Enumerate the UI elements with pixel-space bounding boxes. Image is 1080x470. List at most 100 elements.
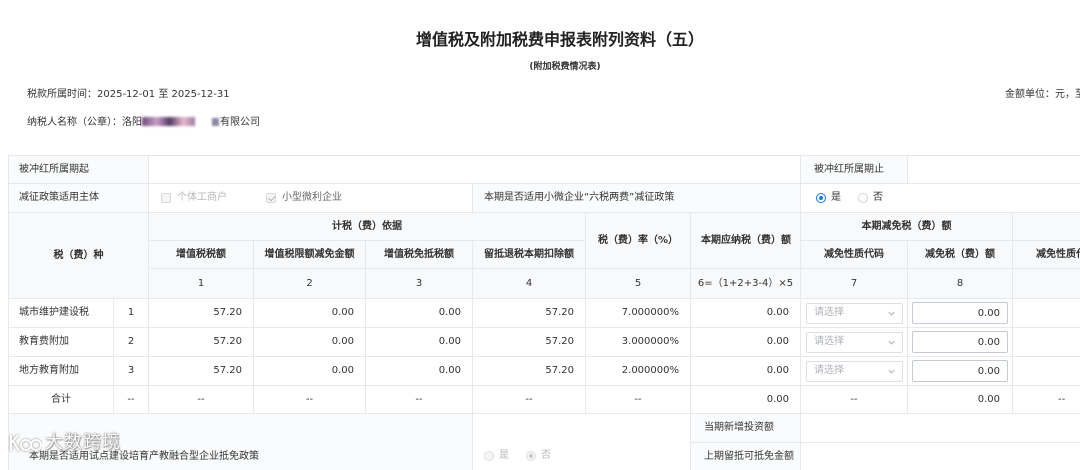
new-investment-label: 当期新增投资额 — [690, 413, 801, 443]
total-reduction-code: -- — [800, 385, 908, 414]
radio-yes[interactable]: 是 — [484, 449, 509, 463]
reduction-subject-label: 减征政策适用主体 — [8, 183, 149, 213]
cell-reduction-amount — [907, 356, 1013, 386]
column-number: 3 — [365, 268, 473, 299]
reduction-subject-options: 个体工商户 小型微利企业 — [148, 183, 473, 213]
payable-header: 本期应纳税（费）额 — [690, 212, 801, 269]
total-vat-exempt-offset: -- — [365, 385, 473, 414]
total-reduction-amount: 0.00 — [907, 385, 1013, 414]
column-number: 4 — [472, 268, 586, 299]
radio-icon[interactable] — [526, 451, 536, 461]
column-header-reduction-code: 减免性质代码 — [800, 240, 908, 269]
total-next-reduction-code: -- — [1012, 385, 1080, 414]
total-label: 合计 — [8, 385, 114, 414]
total-credit-refund-deduction: -- — [472, 385, 586, 414]
radio-label: 否 — [873, 191, 883, 203]
prior-credit-field[interactable] — [800, 442, 1080, 470]
cell-vat-limit-reduction: 0.00 — [253, 298, 366, 328]
rate-header: 税（费）率（%） — [585, 212, 691, 269]
cell-payable: 0.00 — [690, 298, 801, 328]
new-investment-field[interactable] — [800, 413, 1080, 443]
reversal-start-field[interactable] — [148, 155, 801, 184]
select-placeholder: 请选择 — [814, 307, 844, 318]
checkbox-label: 个体工商户 — [177, 191, 227, 203]
radio-icon[interactable] — [484, 451, 494, 461]
cell-reduction-code: 请选择 — [800, 327, 908, 357]
column-header-vat-exempt-offset: 增值税免抵税额 — [365, 240, 473, 269]
taxpayer-name-suffix: 有限公司 — [220, 117, 260, 128]
column-number-blank — [1012, 268, 1080, 299]
table-row-urban-maintenance-tax: 城市维护建设税 1 57.20 0.00 0.00 57.20 7.000000… — [8, 298, 1080, 328]
table-row-local-education-surcharge: 地方教育附加 3 57.20 0.00 0.00 57.20 2.000000%… — [8, 356, 1080, 386]
tax-period-end: 2025-12-31 — [171, 89, 230, 100]
reduction-code-select[interactable]: 请选择 — [806, 360, 903, 382]
cell-vat-exempt-offset: 0.00 — [365, 327, 473, 357]
tax-type-header: 税（费）种 — [8, 212, 149, 299]
cell-reduction-code: 请选择 — [800, 298, 908, 328]
page-title: 增值税及附加税费申报表附列资料（五） — [415, 30, 704, 49]
cell-credit-refund-deduction: 57.20 — [472, 327, 586, 357]
cell-vat-limit-reduction: 0.00 — [253, 356, 366, 386]
column-header-reduction-amount: 减免税（费）额 — [907, 240, 1013, 269]
reduction-code-select[interactable]: 请选择 — [806, 331, 903, 353]
radio-icon[interactable] — [858, 192, 868, 203]
total-vat-limit-reduction: -- — [253, 385, 366, 414]
column-number: 2 — [253, 268, 366, 299]
checkbox-icon[interactable] — [161, 192, 171, 203]
checkbox-individual-business[interactable]: 个体工商户 — [161, 191, 227, 205]
taxpayer-label: 纳税人名称（公章）： — [27, 117, 122, 128]
reduction-amount-input[interactable] — [912, 360, 1008, 382]
header-row-2: 增值税税额 增值税限额减免金额 增值税免抵税额 留抵退税本期扣除额 减免性质代码… — [9, 240, 1080, 269]
reduction-amount-input[interactable] — [912, 331, 1008, 353]
radio-label: 是 — [499, 450, 509, 461]
chevron-down-icon — [888, 369, 895, 374]
surcharge-table-wrapper: 被冲红所属期起 被冲红所属期止 减征政策适用主体 个体工商户 小型微利企业 本期是… — [8, 155, 1080, 470]
cell-next-reduction-code[interactable] — [1012, 298, 1080, 328]
table-row-education-surcharge: 教育费附加 2 57.20 0.00 0.00 57.20 3.000000% … — [8, 327, 1080, 357]
prior-credit-label: 上期留抵可抵免金额 — [690, 442, 801, 470]
reversal-end-field[interactable] — [907, 155, 1080, 184]
cell-next-reduction-code[interactable] — [1012, 327, 1080, 357]
chevron-down-icon — [888, 311, 895, 316]
chevron-down-icon — [888, 340, 895, 345]
checkbox-small-micro-enterprise[interactable]: 小型微利企业 — [266, 191, 342, 205]
row-index: 1 — [113, 298, 149, 328]
reduction-amount-input[interactable] — [912, 302, 1008, 324]
column-header-vat-limit-reduction: 增值税限额减免金额 — [253, 240, 366, 269]
cell-reduction-amount — [907, 298, 1013, 328]
column-number: 8 — [907, 268, 1013, 299]
total-rate: -- — [585, 385, 691, 414]
cell-payable: 0.00 — [690, 356, 801, 386]
integration-policy-question: 本期是否适用试点建设培育产教融合型企业抵免政策 — [8, 413, 473, 470]
cell-vat-exempt-offset: 0.00 — [365, 298, 473, 328]
header-row-1: 税（费）种 计税（费）依据 税（费）率（%） 本期应纳税（费）额 本期减免税（费… — [8, 212, 1080, 299]
checkbox-checked-icon[interactable] — [266, 192, 276, 203]
radio-no[interactable]: 否 — [858, 191, 883, 205]
cell-vat: 57.20 — [148, 356, 254, 386]
reduction-policy-row: 减征政策适用主体 个体工商户 小型微利企业 本期是否适用小微企业“六税两费”减征政… — [8, 183, 1080, 213]
page-subtitle: (附加税费情况表) — [529, 62, 601, 72]
tax-basis-header: 计税（费）依据 — [148, 212, 586, 241]
tax-period-start: 2025-12-01 — [97, 89, 156, 100]
tax-type-name: 地方教育附加 — [8, 356, 114, 386]
cell-vat: 57.20 — [148, 298, 254, 328]
select-placeholder: 请选择 — [814, 365, 844, 376]
reduction-code-select[interactable]: 请选择 — [806, 302, 903, 324]
cell-rate: 3.000000% — [585, 327, 691, 357]
cell-vat-limit-reduction: 0.00 — [253, 327, 366, 357]
cell-payable: 0.00 — [690, 327, 801, 357]
column-number-formula: 6=（1+2+3-4）×5 — [690, 268, 801, 299]
cell-next-reduction-code[interactable] — [1012, 356, 1080, 386]
checkbox-label: 小型微利企业 — [282, 191, 342, 203]
tax-type-name: 城市维护建设税 — [8, 298, 114, 328]
investment-row: 本期是否适用试点建设培育产教融合型企业抵免政策 是 否 当期新增投资额 — [8, 413, 1080, 470]
reversal-end-label: 被冲红所属期止 — [800, 155, 908, 184]
column-number-row: 1 2 3 4 5 6=（1+2+3-4）×5 7 8 — [9, 268, 1080, 299]
radio-icon[interactable] — [816, 192, 826, 203]
reversal-start-label: 被冲红所属期起 — [8, 155, 149, 184]
radio-no[interactable]: 否 — [526, 449, 551, 463]
column-header-next-reduction-code: 减免性质代 — [1012, 240, 1080, 269]
reversal-period-row: 被冲红所属期起 被冲红所属期止 — [8, 155, 1080, 184]
radio-yes[interactable]: 是 — [816, 191, 841, 205]
tax-period-separator: 至 — [158, 89, 169, 100]
